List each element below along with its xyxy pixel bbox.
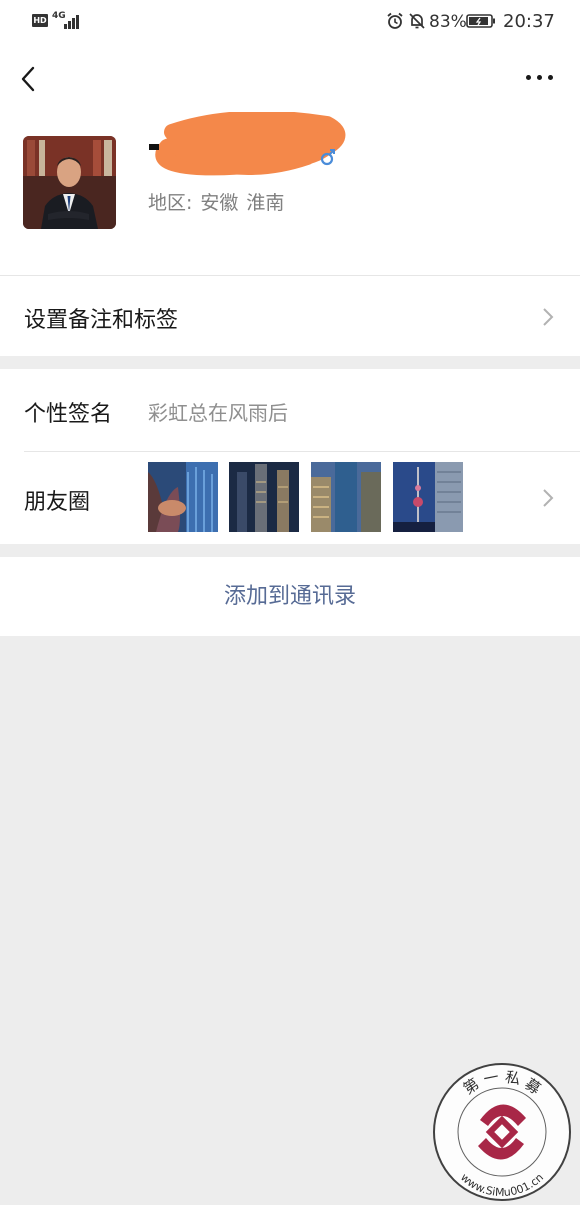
region-label: 地区: (148, 192, 193, 214)
battery-percent: 83% (429, 12, 467, 32)
more-dots-icon[interactable] (524, 73, 556, 83)
moments-label: 朋友圈 (24, 490, 91, 515)
region-city: 淮南 (246, 192, 285, 214)
region-text: 地区: 安徽 淮南 (148, 188, 284, 215)
mute-bell-icon (409, 13, 425, 29)
action-card: 添加到通讯录 (0, 557, 580, 636)
hd-icon: HD (32, 14, 48, 27)
watermark-logo: 第 一 私 募www.SiMu001.cn (433, 1063, 571, 1201)
moments-thumbnail (393, 462, 463, 532)
status-bar: HD 4G 83% 20:37 (0, 0, 580, 44)
alarm-icon (387, 12, 403, 29)
moments-thumbnail (229, 462, 299, 532)
status-time: 20:37 (503, 11, 555, 32)
signature-row: 个性签名 彩虹总在风雨后 (0, 369, 580, 451)
signal-icon (60, 13, 82, 29)
moments-thumbnail (148, 462, 218, 532)
redaction-scribble (149, 112, 346, 176)
signature-value: 彩虹总在风雨后 (148, 401, 288, 425)
add-to-contacts-button[interactable]: 添加到通讯录 (0, 557, 580, 636)
chevron-right-icon (543, 489, 554, 507)
signature-label: 个性签名 (24, 402, 113, 427)
moments-thumbnail (311, 462, 381, 532)
battery-icon (466, 14, 495, 28)
details-card: 个性签名 彩虹总在风雨后 朋友圈 (0, 369, 580, 544)
moments-row[interactable]: 朋友圈 (0, 452, 580, 544)
chevron-right-icon (543, 308, 554, 326)
nickname-redacted (147, 112, 347, 180)
remark-label: 设置备注和标签 (24, 308, 179, 333)
region-province: 安徽 (200, 192, 239, 214)
gender-male-icon (320, 149, 335, 166)
avatar[interactable] (23, 136, 116, 229)
back-chevron-icon[interactable] (18, 64, 40, 94)
set-remark-tags-row[interactable]: 设置备注和标签 (0, 276, 580, 356)
